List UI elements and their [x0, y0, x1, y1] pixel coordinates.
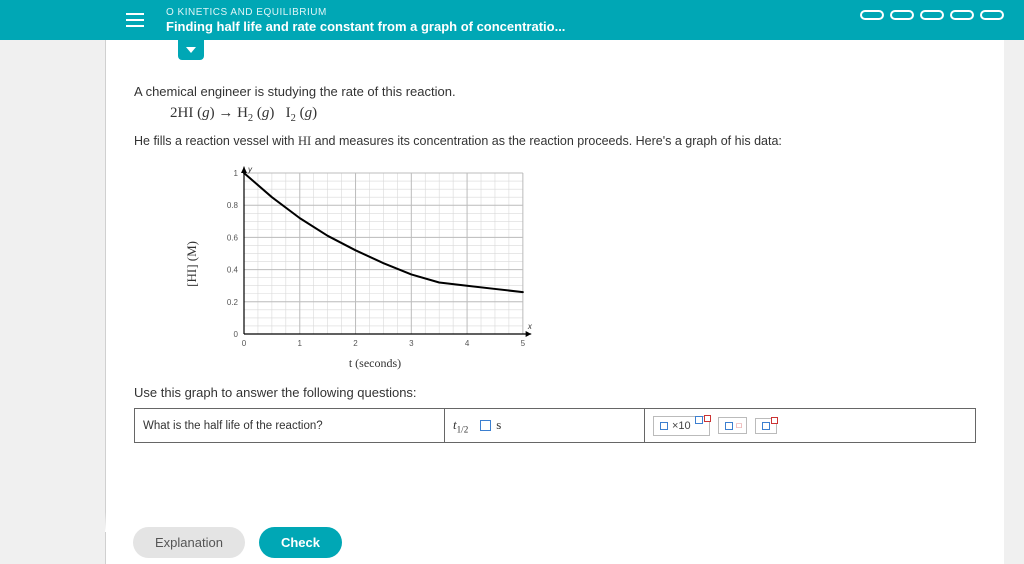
prompt-text-2: He fills a reaction vessel with HI and m…	[134, 134, 976, 149]
svg-text:0.8: 0.8	[227, 201, 239, 210]
menu-icon[interactable]	[112, 0, 158, 40]
svg-text:0.6: 0.6	[227, 233, 239, 242]
chart-y-axis-label: [HI] (M)	[182, 241, 202, 287]
svg-text:3: 3	[409, 339, 414, 348]
answer-cell[interactable]: t1/2 s	[445, 409, 645, 443]
svg-text:5: 5	[521, 339, 526, 348]
sci-notation-tool[interactable]: ×10	[653, 416, 710, 436]
tool-box-3[interactable]	[755, 418, 777, 434]
breadcrumb: O KINETICS AND EQUILIBRIUM	[166, 7, 565, 18]
question-table: What is the half life of the reaction? t…	[134, 408, 976, 443]
svg-text:x: x	[527, 322, 533, 331]
check-button[interactable]: Check	[259, 527, 342, 558]
svg-text:0.2: 0.2	[227, 298, 239, 307]
chart-x-axis-label: t (seconds)	[349, 356, 401, 371]
chart-svg: 01234500.20.40.60.81xy	[210, 157, 540, 352]
explanation-button[interactable]: Explanation	[133, 527, 245, 558]
svg-text:1: 1	[298, 339, 303, 348]
concentration-chart: [HI] (M) 01234500.20.40.60.81xy t (secon…	[182, 157, 976, 371]
table-row: What is the half life of the reaction? t…	[135, 409, 976, 443]
svg-text:1: 1	[234, 169, 239, 178]
dropdown-toggle[interactable]	[178, 40, 204, 60]
answer-input-box[interactable]	[480, 420, 491, 431]
svg-text:2: 2	[353, 339, 358, 348]
progress-indicator	[860, 10, 1004, 20]
tool-box-2[interactable]: □	[718, 417, 747, 434]
svg-text:0: 0	[242, 339, 247, 348]
question-intro: Use this graph to answer the following q…	[134, 385, 976, 400]
svg-text:4: 4	[465, 339, 470, 348]
svg-text:0.4: 0.4	[227, 266, 239, 275]
question-cell: What is the half life of the reaction?	[135, 409, 445, 443]
page-title: Finding half life and rate constant from…	[166, 19, 565, 34]
content: A chemical engineer is studying the rate…	[105, 40, 1004, 564]
svg-text:0: 0	[234, 330, 239, 339]
reaction-equation: 2HI (g) → H2 (g) I2 (g)	[170, 105, 976, 124]
tools-cell: ×10 □	[645, 409, 976, 443]
prompt-text-1: A chemical engineer is studying the rate…	[134, 84, 976, 99]
